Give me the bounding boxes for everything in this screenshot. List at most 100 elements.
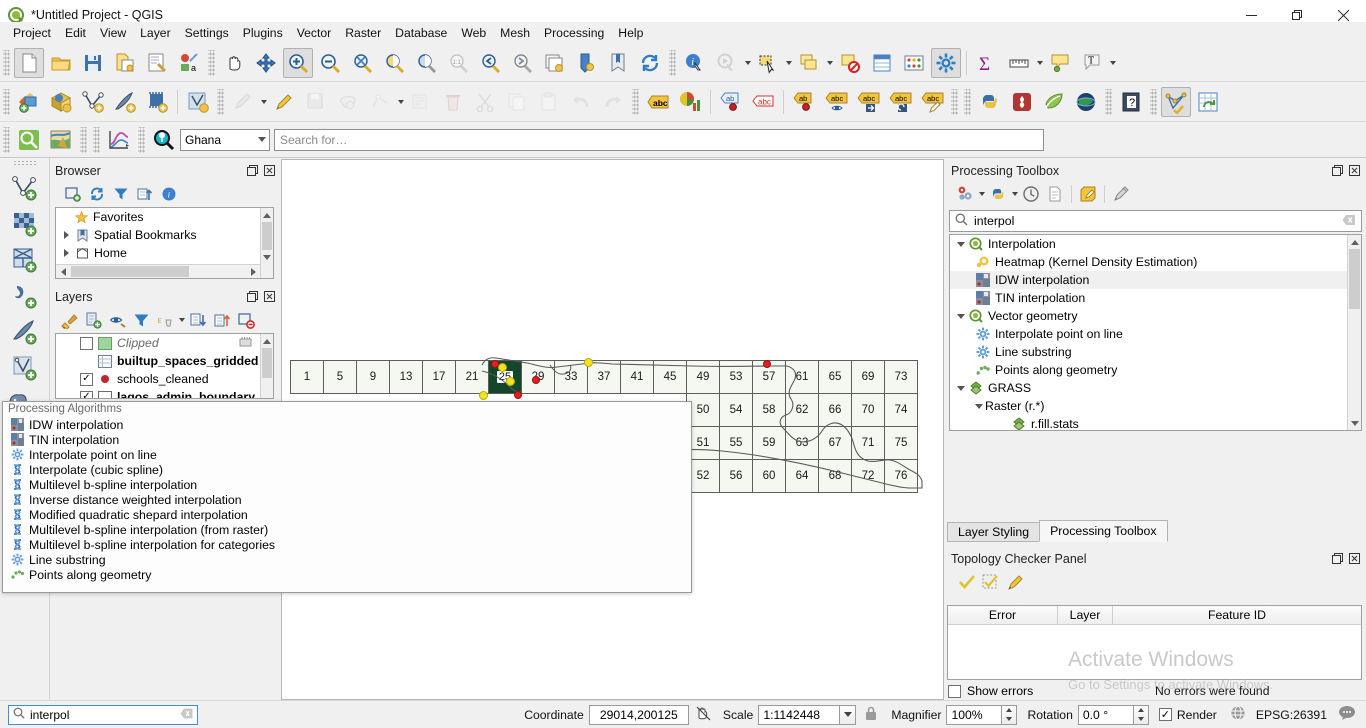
grid-cell[interactable]: 61 [785, 360, 819, 394]
grid-cell[interactable]: 9 [356, 360, 390, 394]
scripts-dropdown[interactable] [1010, 184, 1019, 204]
attribute-update-button[interactable] [1193, 87, 1223, 117]
algorithm-item-interpolate-cubic-spline[interactable]: Interpolate (cubic spline) [3, 462, 691, 477]
layer-item-schools-cleaned[interactable]: ✓ schools_cleaned [56, 370, 273, 388]
refresh-button[interactable] [85, 183, 109, 205]
expand-arrow-icon[interactable] [60, 249, 73, 257]
grid-cell[interactable]: 21 [455, 360, 489, 394]
zoom-to-selection-button[interactable] [379, 48, 409, 78]
zoom-native-button[interactable]: 1:1 [443, 48, 473, 78]
grid-cell[interactable]: 67 [818, 426, 852, 460]
statistical-summary-button[interactable]: Σ [972, 48, 1002, 78]
diagram-layer-button[interactable] [675, 87, 705, 117]
scrollbar-thumb[interactable] [262, 222, 272, 250]
configure-button[interactable] [1003, 571, 1027, 593]
grid-cell[interactable]: 73 [884, 360, 918, 394]
new-map-view-button[interactable] [539, 48, 569, 78]
new-3d-map-view-button[interactable] [571, 48, 601, 78]
menu-layer[interactable]: Layer [133, 23, 178, 43]
current-edits-button[interactable] [228, 87, 258, 117]
grid-cell[interactable]: 58 [752, 393, 786, 427]
clear-search-icon[interactable] [180, 708, 193, 722]
models-button[interactable] [953, 183, 977, 205]
scroll-down-arrow[interactable] [1348, 416, 1361, 430]
layer-item-lagos-admin-boundary[interactable]: ✓ lagos_admin_boundary [56, 388, 273, 398]
algorithm-item-modified-quadratic-shepard-interpolation[interactable]: Modified quadratic shepard interpolation [3, 507, 691, 522]
scrollbar-thumb[interactable] [262, 348, 272, 378]
scripts-button[interactable] [986, 183, 1010, 205]
grid-cell[interactable]: 17 [422, 360, 456, 394]
metasearch-button[interactable] [14, 125, 44, 155]
scroll-up-arrow[interactable] [261, 208, 273, 222]
plugin-manager-button[interactable] [1007, 87, 1037, 117]
toolbar-grip[interactable] [3, 126, 10, 153]
magnifier-field[interactable]: 100% [946, 704, 1003, 725]
new-memory-layer-button[interactable] [7, 314, 43, 350]
new-bookmark-button[interactable] [603, 48, 633, 78]
scale-field[interactable]: 1:1142448 [758, 704, 841, 725]
scroll-up-arrow[interactable] [261, 334, 273, 348]
filter-legend-by-expression-button[interactable]: ε [153, 309, 177, 331]
tree-group-raster-r[interactable]: Raster (r.*) [950, 397, 1361, 415]
scroll-left-arrow[interactable] [56, 265, 70, 278]
models-dropdown[interactable] [977, 184, 986, 204]
tree-item-heatmap[interactable]: Heatmap (Kernel Density Estimation) [950, 253, 1361, 271]
refresh-button[interactable] [635, 48, 665, 78]
tree-item-line-substring[interactable]: Line substring [950, 343, 1361, 361]
layers-float-button[interactable] [245, 289, 260, 304]
menu-help[interactable]: Help [611, 23, 650, 43]
grid-cell[interactable]: 65 [818, 360, 852, 394]
grid-cell[interactable]: 54 [719, 393, 753, 427]
add-wms-layer-button[interactable] [46, 87, 76, 117]
grid-cell[interactable]: 45 [653, 360, 687, 394]
tree-item-points-along-geometry[interactable]: Points along geometry [950, 361, 1361, 379]
measure-line-button[interactable] [1004, 48, 1034, 78]
processing-tree-scrollbar[interactable] [1347, 235, 1361, 430]
show-errors-checkbox[interactable] [948, 684, 961, 698]
validate-extent-button[interactable] [979, 571, 1003, 593]
open-layer-styling-panel-button[interactable] [57, 309, 81, 331]
new-print-layout-button[interactable] [142, 48, 172, 78]
grid-cell[interactable]: 66 [818, 393, 852, 427]
menu-mesh[interactable]: Mesh [493, 23, 537, 43]
field-calculator-button[interactable] [899, 48, 929, 78]
filter-legend-dropdown[interactable] [177, 310, 186, 330]
paste-features-button[interactable] [534, 87, 564, 117]
menu-view[interactable]: View [93, 23, 133, 43]
text-annotation-dropdown[interactable] [1108, 50, 1117, 76]
tab-layer-styling[interactable]: Layer Styling [947, 522, 1041, 542]
algorithm-item-multilevel-bspline-for-categories[interactable]: Multilevel b-spline interpolation for ca… [3, 537, 691, 552]
toolbar-grip[interactable] [951, 88, 958, 115]
vertex-tool-button[interactable] [365, 87, 395, 117]
filter-legend-button[interactable] [129, 309, 153, 331]
layer-visibility-checkbox[interactable]: ✓ [80, 372, 93, 386]
tree-item-idw-interpolation[interactable]: IDW interpolation [950, 271, 1361, 289]
tree-group-grass[interactable]: GRASS [950, 379, 1361, 397]
save-layer-edits-button[interactable] [301, 87, 331, 117]
change-label-button[interactable]: abc [917, 87, 947, 117]
algorithm-item-multilevel-bspline-interpolation[interactable]: Multilevel b-spline interpolation [3, 477, 691, 492]
tree-group-vector-geometry[interactable]: Vector geometry [950, 307, 1361, 325]
toolbar-grip[interactable] [138, 126, 145, 153]
rotation-stepper[interactable] [1133, 704, 1149, 725]
render-checkbox[interactable]: ✓ [1158, 708, 1172, 721]
move-label-button[interactable]: ab [789, 87, 819, 117]
new-project-button[interactable] [14, 47, 44, 78]
grid-cell[interactable]: 69 [851, 360, 885, 394]
algorithm-item-line-substring[interactable]: Line substring [3, 552, 691, 567]
move-label-diagram-button[interactable]: abc [853, 87, 883, 117]
edit-features-in-place-button[interactable] [1076, 183, 1100, 205]
add-mesh-layer-button[interactable] [142, 87, 172, 117]
grid-cell[interactable]: 59 [752, 426, 786, 460]
algorithm-item-tin-interpolation[interactable]: TIN interpolation [3, 432, 691, 447]
menu-project[interactable]: Project [6, 23, 58, 43]
new-spatialite-layer-button[interactable] [7, 242, 43, 278]
vertex-tool-dropdown[interactable] [396, 89, 405, 115]
grid-cell[interactable]: 62 [785, 393, 819, 427]
add-delimited-text-layer-button[interactable] [110, 87, 140, 117]
layers-tree[interactable]: Clipped builtup_spaces_gridded ✓ schools… [55, 333, 274, 399]
menu-database[interactable]: Database [388, 23, 454, 43]
locator-search-input[interactable]: Search for… [274, 128, 1044, 151]
pin-labels-button[interactable]: ab [716, 87, 746, 117]
zoom-last-button[interactable] [475, 48, 505, 78]
